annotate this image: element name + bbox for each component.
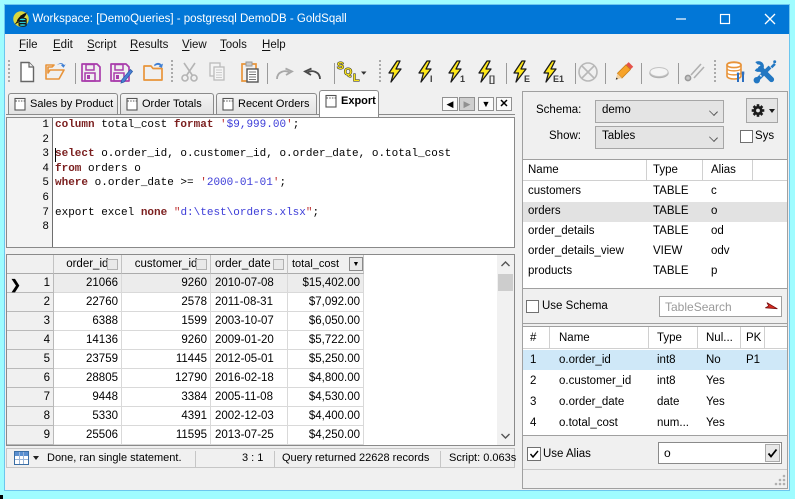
svg-text:[]: [] [489, 74, 495, 84]
svg-text:Q: Q [344, 66, 352, 78]
svg-text:E1: E1 [553, 74, 564, 84]
svg-text:E: E [524, 74, 530, 84]
svg-text:L: L [353, 72, 360, 84]
svg-text:I: I [430, 74, 433, 84]
svg-text:S: S [337, 60, 344, 72]
svg-text:1: 1 [460, 74, 465, 84]
